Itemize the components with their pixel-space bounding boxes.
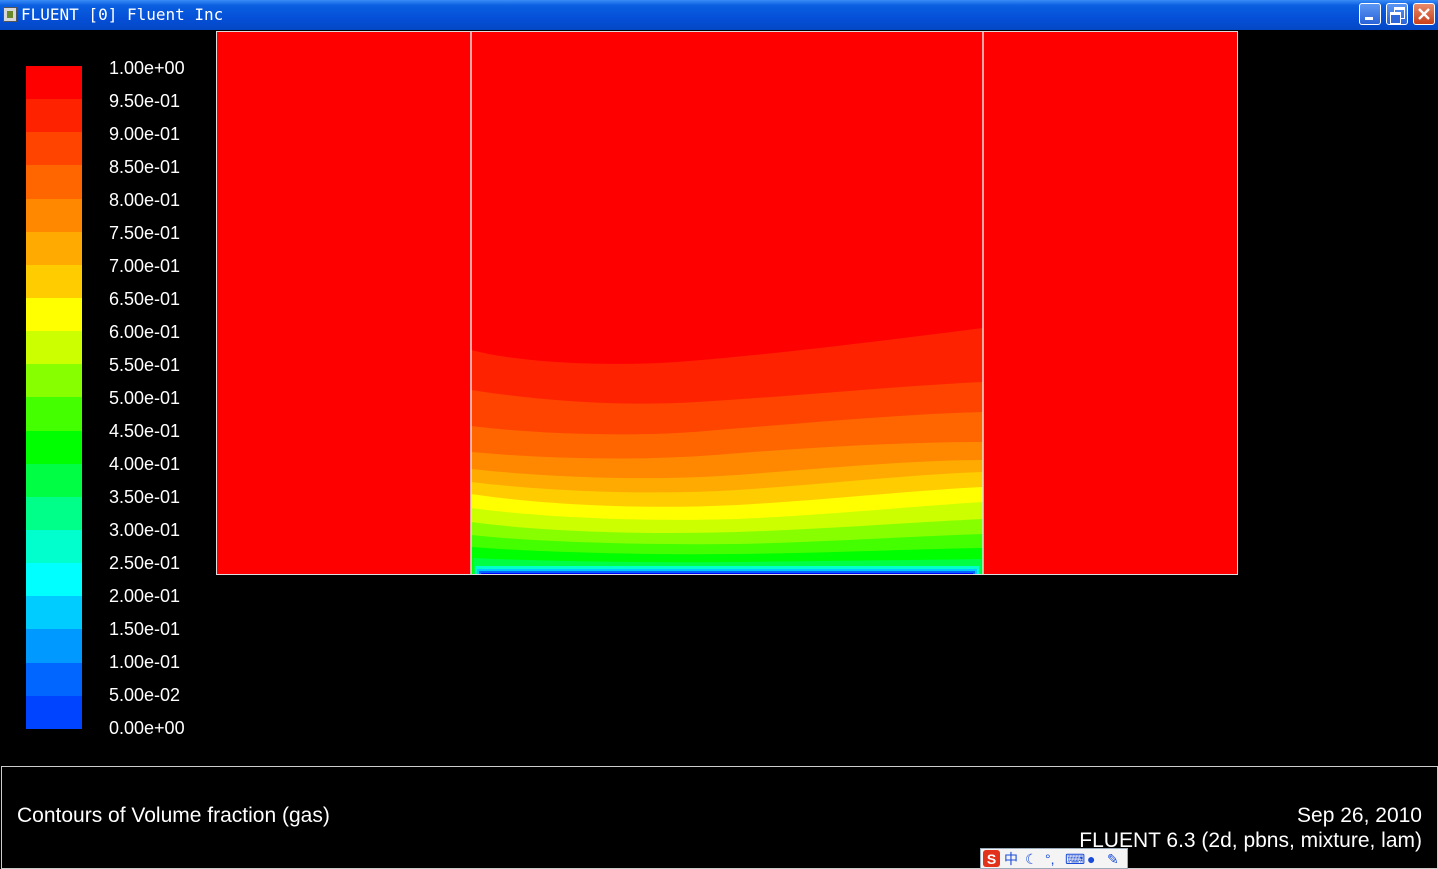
solver-version: FLUENT 6.3 (2d, pbns, mixture, lam) xyxy=(1079,829,1422,852)
plot-date: Sep 26, 2010 xyxy=(1297,804,1422,827)
plot-info-panel: Contours of Volume fraction (gas) Sep 26… xyxy=(1,766,1438,869)
legend-color-band xyxy=(26,563,82,597)
wrench-icon[interactable]: ✎ xyxy=(1107,850,1119,868)
fluent-app-icon[interactable] xyxy=(3,7,17,22)
legend-label: 7.50e-01 xyxy=(109,223,181,243)
close-icon xyxy=(1418,8,1430,20)
half-width-moon-icon[interactable]: ☾ xyxy=(1025,850,1038,868)
legend-label: 3.00e-01 xyxy=(109,520,181,540)
legend-label: 6.50e-01 xyxy=(109,289,181,309)
contour-plot-domain xyxy=(216,31,1238,575)
restore-button[interactable] xyxy=(1386,3,1408,25)
legend-color-band xyxy=(26,596,82,630)
legend-color-band xyxy=(26,496,82,530)
user-icon[interactable]: ● xyxy=(1087,850,1095,868)
legend-color-band xyxy=(26,132,82,166)
window-title: FLUENT [0] Fluent Inc xyxy=(21,5,224,24)
legend-label: 5.00e-02 xyxy=(109,685,181,705)
window-title-bar[interactable]: FLUENT [0] Fluent Inc xyxy=(0,0,1438,30)
legend-label: 4.00e-01 xyxy=(109,454,181,474)
sogou-logo-icon[interactable]: S xyxy=(983,850,1000,867)
legend-color-band xyxy=(26,331,82,365)
punctuation-icon[interactable]: °, xyxy=(1045,850,1055,868)
legend-label: 1.50e-01 xyxy=(109,619,181,639)
legend-color-band xyxy=(26,695,82,729)
legend-color-band xyxy=(26,364,82,398)
legend-label: 4.50e-01 xyxy=(109,421,181,441)
legend-color-band xyxy=(26,397,82,431)
legend-color-band xyxy=(26,198,82,232)
close-button[interactable] xyxy=(1413,3,1435,25)
legend-color-band xyxy=(26,662,82,696)
legend-label: 2.00e-01 xyxy=(109,586,181,606)
legend-label: 8.50e-01 xyxy=(109,157,181,177)
legend-label: 7.00e-01 xyxy=(109,256,181,276)
legend-color-band xyxy=(26,99,82,133)
legend-label: 8.00e-01 xyxy=(109,190,181,210)
legend-label: 3.50e-01 xyxy=(109,487,181,507)
legend-label: 0.00e+00 xyxy=(109,718,185,738)
legend-color-band xyxy=(26,165,82,199)
keyboard-icon[interactable]: ⌨ xyxy=(1065,850,1085,868)
legend-label: 5.00e-01 xyxy=(109,388,181,408)
plot-title: Contours of Volume fraction (gas) xyxy=(17,804,330,827)
legend-label: 9.50e-01 xyxy=(109,91,181,111)
ime-toolbar[interactable]: S 中 ☾ °, ⌨ ● ✎ xyxy=(980,848,1128,869)
ime-chinese-mode[interactable]: 中 xyxy=(1004,850,1018,868)
legend-color-band xyxy=(26,430,82,464)
legend-color-band xyxy=(26,629,82,663)
color-legend-bar xyxy=(26,66,82,729)
minimize-button[interactable] xyxy=(1359,3,1381,25)
legend-color-band xyxy=(26,463,82,497)
legend-color-band xyxy=(26,264,82,298)
legend-color-band xyxy=(26,529,82,564)
legend-label: 2.50e-01 xyxy=(109,553,181,573)
legend-label: 1.00e+00 xyxy=(109,58,185,78)
legend-label: 6.00e-01 xyxy=(109,322,181,342)
legend-color-band xyxy=(26,66,82,100)
legend-color-band xyxy=(26,231,82,265)
legend-label: 1.00e-01 xyxy=(109,652,181,672)
contour-band-000 xyxy=(481,573,973,574)
legend-color-band xyxy=(26,297,82,332)
legend-label: 5.50e-01 xyxy=(109,355,181,375)
legend-label: 9.00e-01 xyxy=(109,124,181,144)
